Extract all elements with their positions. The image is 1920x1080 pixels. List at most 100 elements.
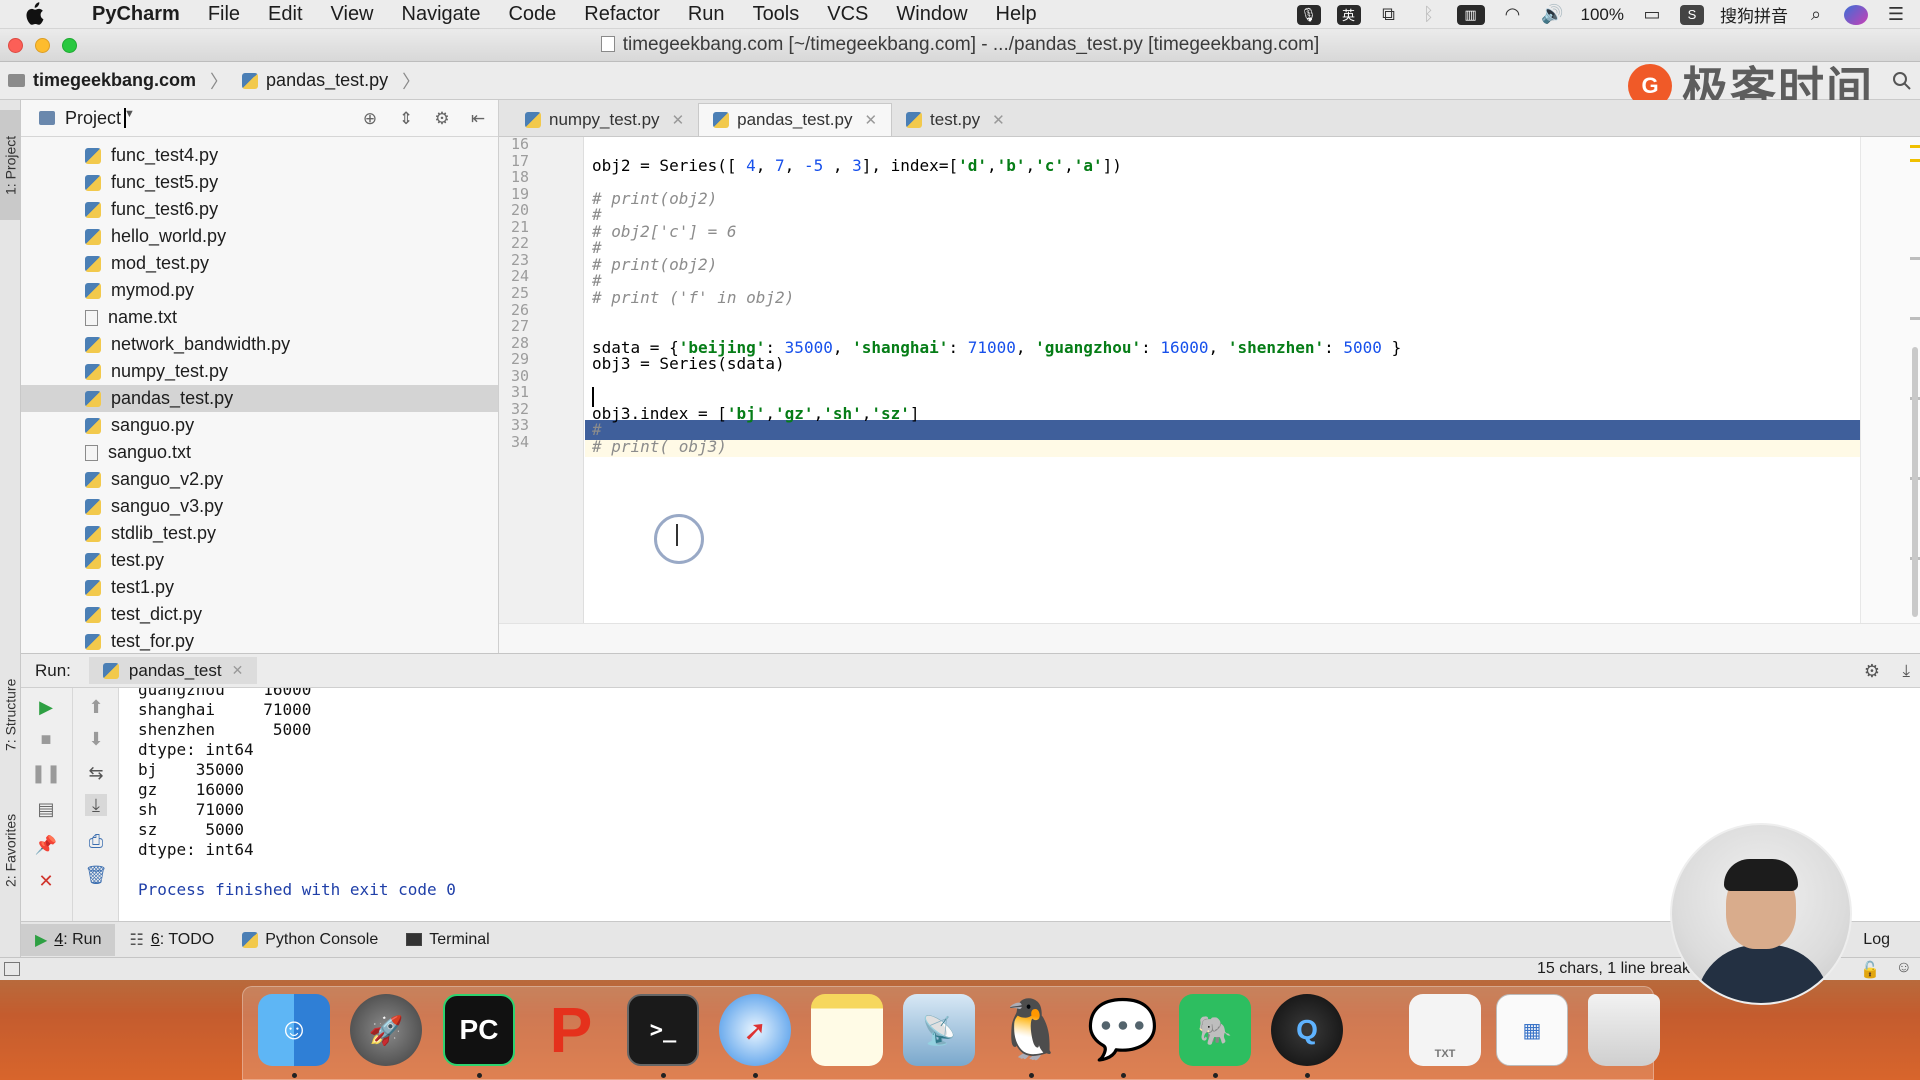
volume-icon[interactable]: 🔊 <box>1541 4 1565 25</box>
arrow-down-icon[interactable]: ⬇ <box>85 728 107 750</box>
pin-icon[interactable]: 📌 <box>35 834 57 856</box>
file-tree-item[interactable]: network_bandwidth.py <box>21 331 498 358</box>
notification-center-icon[interactable]: ☰ <box>1884 4 1908 25</box>
editor-tab-numpy-test[interactable]: numpy_test.py ✕ <box>511 103 698 136</box>
file-tree-item[interactable]: test_dict.py <box>21 601 498 628</box>
dock-app-wechat[interactable]: 💬 <box>1087 994 1159 1066</box>
dock-app-network-utility[interactable]: 📡 <box>903 994 975 1066</box>
file-tree-item[interactable]: mymod.py <box>21 277 498 304</box>
dock-app-pycharm[interactable]: PC <box>443 994 515 1066</box>
file-tree-item[interactable]: name.txt <box>21 304 498 331</box>
close-tab-icon[interactable]: ✕ <box>232 662 244 679</box>
dock-file-txt[interactable]: TXT <box>1409 994 1481 1066</box>
lock-icon[interactable]: 🔓 <box>1860 960 1880 980</box>
pause-icon[interactable]: ❚❚ <box>31 762 61 784</box>
tool-tab-run[interactable]: ▶ 4: Run <box>21 923 116 956</box>
dock-app-safari[interactable]: ➚ <box>719 994 791 1066</box>
file-tree-item[interactable]: func_test6.py <box>21 196 498 223</box>
tool-tab-favorites[interactable]: 2: Favorites <box>0 790 21 910</box>
editor-tab-pandas-test[interactable]: pandas_test.py ✕ <box>698 103 893 136</box>
scroll-to-end-icon[interactable]: ⤓ <box>85 794 107 816</box>
close-icon[interactable]: ✕ <box>35 870 57 892</box>
project-view-selector[interactable]: Project <box>65 108 121 129</box>
file-tree-item[interactable]: pandas_test.py <box>21 385 498 412</box>
file-tree-item[interactable]: sanguo.py <box>21 412 498 439</box>
scroll-from-source-icon[interactable]: ⊕ <box>360 109 380 129</box>
warning-marker[interactable] <box>1910 159 1920 162</box>
file-tree-item[interactable]: sanguo.txt <box>21 439 498 466</box>
file-tree-item[interactable]: func_test4.py <box>21 142 498 169</box>
editor-scrollbar[interactable] <box>1912 347 1918 617</box>
file-tree-item[interactable]: sanguo_v3.py <box>21 493 498 520</box>
toggle-tool-windows-icon[interactable] <box>4 962 20 976</box>
menu-vcs[interactable]: VCS <box>813 3 882 26</box>
gear-icon[interactable]: ⚙ <box>432 109 452 129</box>
restore-layout-icon[interactable]: ▤ <box>35 798 57 820</box>
rerun-icon[interactable]: ▶ <box>35 696 57 718</box>
siri-icon[interactable] <box>1844 4 1868 25</box>
dock-app-notes[interactable] <box>811 994 883 1066</box>
file-tree-item[interactable]: stdlib_test.py <box>21 520 498 547</box>
dock-app-evernote[interactable]: 🐘 <box>1179 994 1251 1066</box>
menu-view[interactable]: View <box>317 3 388 26</box>
dock-app-qq[interactable]: 🐧 <box>995 994 1067 1066</box>
dock-app-launchpad[interactable]: 🚀 <box>350 994 422 1066</box>
dock-app-terminal[interactable]: >_ <box>627 994 699 1066</box>
file-tree-item[interactable]: mod_test.py <box>21 250 498 277</box>
file-tree-item[interactable]: hello_world.py <box>21 223 498 250</box>
tool-tab-todo[interactable]: ☷ 6: TODO <box>115 924 228 956</box>
print-icon[interactable]: ⎙ <box>85 830 107 852</box>
ime-english-icon[interactable]: 英 <box>1336 4 1361 25</box>
tool-tab-project[interactable]: 1: Project <box>0 110 21 220</box>
search-everywhere-icon[interactable] <box>1892 71 1912 91</box>
close-tab-icon[interactable]: ✕ <box>864 111 877 129</box>
close-tab-icon[interactable]: ✕ <box>672 111 685 129</box>
dock-app-finder[interactable]: ☺ <box>258 994 330 1066</box>
breadcrumb-project[interactable]: timegeekbang.com <box>33 70 196 91</box>
menu-tools[interactable]: Tools <box>739 3 814 26</box>
selection-info[interactable]: 15 chars, 1 line break <box>1537 960 1690 978</box>
hide-panel-icon[interactable]: ⇤ <box>468 109 488 129</box>
menu-code[interactable]: Code <box>494 3 570 26</box>
sogou-icon[interactable]: S <box>1680 4 1704 25</box>
menu-refactor[interactable]: Refactor <box>570 3 674 26</box>
file-tree-item[interactable]: test_for.py <box>21 628 498 655</box>
tool-tab-structure[interactable]: 7: Structure <box>0 660 21 770</box>
chevron-down-icon[interactable]: ▼ <box>124 108 135 128</box>
menu-window[interactable]: Window <box>882 3 981 26</box>
editor-tab-test[interactable]: test.py ✕ <box>892 103 1019 136</box>
file-tree-item[interactable]: numpy_test.py <box>21 358 498 385</box>
menu-app-pycharm[interactable]: PyCharm <box>66 3 194 26</box>
breadcrumb-file[interactable]: pandas_test.py <box>266 70 388 91</box>
file-tree-item[interactable]: sanguo_v2.py <box>21 466 498 493</box>
hide-panel-icon[interactable]: ⤓ <box>1902 661 1910 681</box>
spotlight-search-icon[interactable]: ⌕ <box>1804 4 1828 25</box>
input-method-label[interactable]: 搜狗拼音 <box>1720 2 1788 27</box>
microphone-icon[interactable]: 🎙 <box>1296 4 1321 25</box>
menu-edit[interactable]: Edit <box>254 3 316 26</box>
soft-wrap-icon[interactable]: ⇆ <box>85 762 107 784</box>
warning-marker[interactable] <box>1910 145 1920 148</box>
apple-menu-icon[interactable] <box>24 2 44 26</box>
dock-file-screenshot[interactable]: ▦ <box>1496 994 1568 1066</box>
run-config-tab[interactable]: pandas_test ✕ <box>88 657 258 684</box>
trash-icon[interactable]: 🗑 <box>85 864 108 886</box>
file-tree-item[interactable]: test.py <box>21 547 498 574</box>
tool-tab-terminal[interactable]: Terminal <box>392 924 503 956</box>
bluetooth-icon[interactable]: ᛒ <box>1417 4 1441 25</box>
screen-share-icon[interactable]: ⧉ <box>1377 4 1401 25</box>
menu-run[interactable]: Run <box>674 3 739 26</box>
dock-app-trash[interactable] <box>1588 994 1660 1066</box>
gear-icon[interactable]: ⚙ <box>1864 661 1880 682</box>
file-tree-item[interactable]: test1.py <box>21 574 498 601</box>
run-console-output[interactable]: guangzhou 16000 shanghai 71000 shenzhen … <box>119 688 1920 921</box>
dock-app-quicktime[interactable]: Q <box>1271 994 1343 1066</box>
collapse-all-icon[interactable]: ⇕ <box>396 109 416 129</box>
battery-icon[interactable]: ▭ <box>1640 4 1664 25</box>
menu-file[interactable]: File <box>194 3 254 26</box>
hector-icon[interactable]: ☺ <box>1896 959 1912 977</box>
wifi-icon[interactable]: ◠ <box>1501 4 1525 25</box>
stop-icon[interactable]: ■ <box>35 728 57 750</box>
tool-tab-python-console[interactable]: Python Console <box>228 924 392 956</box>
dock-app-wps[interactable]: P <box>535 994 607 1066</box>
